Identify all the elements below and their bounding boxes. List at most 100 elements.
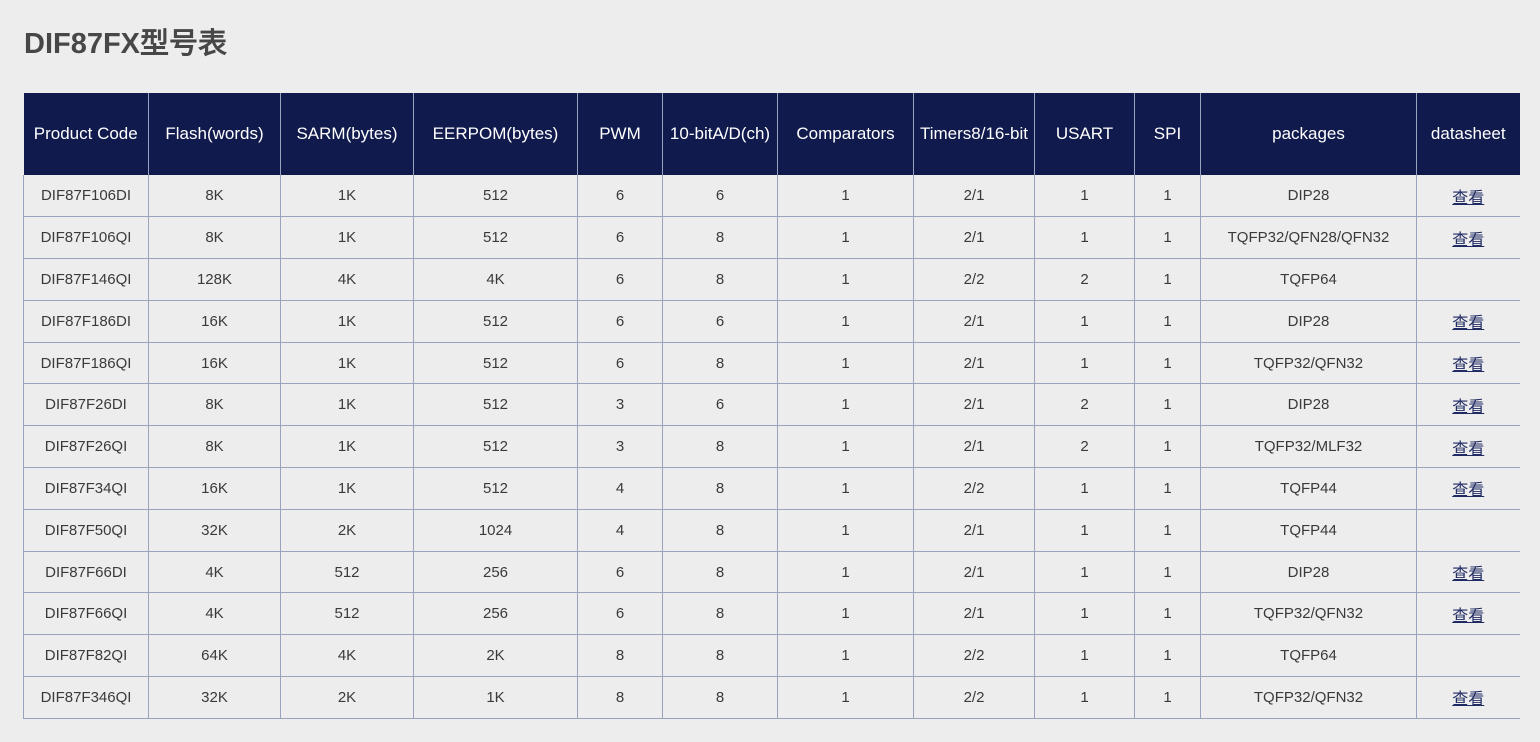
table-row: DIF87F186DI 16K 1K 512 6 6 1 2/1 1 1 DIP28 查看 bbox=[23, 300, 1520, 343]
cell-datasheet: 查看 bbox=[1416, 592, 1520, 636]
cell-code: DIF87F106QI bbox=[23, 216, 149, 260]
cell-spi: 1 bbox=[1134, 676, 1201, 719]
cell-timers: 2/1 bbox=[913, 551, 1035, 594]
cell-packages: TQFP44 bbox=[1200, 467, 1417, 510]
cell-adc: 6 bbox=[662, 383, 778, 427]
cell-comparators: 1 bbox=[777, 425, 914, 469]
cell-datasheet bbox=[1416, 509, 1520, 552]
table-row: DIF87F26DI 8K 1K 512 3 6 1 2/1 2 1 DIP28 查看 bbox=[23, 383, 1520, 427]
cell-comparators: 1 bbox=[777, 300, 914, 343]
datasheet-view-link[interactable]: 查看 bbox=[1452, 397, 1484, 416]
cell-spi: 1 bbox=[1134, 425, 1201, 469]
cell-packages: TQFP44 bbox=[1200, 509, 1417, 552]
cell-adc: 8 bbox=[662, 551, 778, 594]
cell-sarm: 4K bbox=[280, 634, 414, 678]
column-header-pwm[interactable]: PWM bbox=[577, 93, 663, 175]
column-header-datasheet[interactable]: datasheet bbox=[1416, 93, 1520, 175]
cell-packages: DIP28 bbox=[1200, 175, 1417, 218]
column-header-comparators[interactable]: Comparators bbox=[777, 93, 914, 175]
cell-flash: 8K bbox=[148, 175, 281, 218]
datasheet-view-link[interactable]: 查看 bbox=[1452, 355, 1484, 374]
cell-usart: 1 bbox=[1034, 216, 1135, 260]
cell-timers: 2/1 bbox=[913, 342, 1035, 385]
page-root: DIF87FX型号表 Product Code Flash(words) SARM(… bbox=[0, 0, 1540, 742]
datasheet-view-link[interactable]: 查看 bbox=[1452, 480, 1484, 499]
cell-packages: TQFP32/QFN32 bbox=[1200, 592, 1417, 636]
column-header-usart[interactable]: USART bbox=[1034, 93, 1135, 175]
datasheet-view-link[interactable]: 查看 bbox=[1452, 606, 1484, 625]
cell-sarm: 1K bbox=[280, 175, 414, 218]
column-header-flash[interactable]: Flash(words) bbox=[148, 93, 281, 175]
cell-flash: 16K bbox=[148, 342, 281, 385]
cell-packages: TQFP32/MLF32 bbox=[1200, 425, 1417, 469]
cell-sarm: 1K bbox=[280, 300, 414, 343]
cell-spi: 1 bbox=[1134, 551, 1201, 594]
cell-comparators: 1 bbox=[777, 551, 914, 594]
cell-eerpom: 512 bbox=[413, 216, 578, 260]
cell-comparators: 1 bbox=[777, 258, 914, 301]
cell-sarm: 512 bbox=[280, 592, 414, 636]
datasheet-view-link[interactable]: 查看 bbox=[1452, 689, 1484, 708]
cell-spi: 1 bbox=[1134, 592, 1201, 636]
cell-usart: 1 bbox=[1034, 592, 1135, 636]
table-row: DIF87F186QI 16K 1K 512 6 8 1 2/1 1 1 TQFP32/QFN32 查… bbox=[23, 342, 1520, 385]
table-header-row: Product Code Flash(words) SARM(bytes) EERPO… bbox=[23, 93, 1520, 175]
cell-code: DIF87F26DI bbox=[23, 383, 149, 427]
cell-timers: 2/2 bbox=[913, 634, 1035, 678]
datasheet-view-link[interactable]: 查看 bbox=[1452, 313, 1484, 332]
column-header-timers[interactable]: Timers8/16-bit bbox=[913, 93, 1035, 175]
cell-comparators: 1 bbox=[777, 592, 914, 636]
datasheet-view-link[interactable]: 查看 bbox=[1452, 564, 1484, 583]
table-row: DIF87F146QI 128K 4K 4K 6 8 1 2/2 2 1 TQFP64 bbox=[23, 258, 1520, 301]
cell-usart: 2 bbox=[1034, 258, 1135, 301]
cell-eerpom: 512 bbox=[413, 467, 578, 510]
cell-usart: 1 bbox=[1034, 300, 1135, 343]
column-header-eerpom[interactable]: EERPOM(bytes) bbox=[413, 93, 578, 175]
cell-timers: 2/2 bbox=[913, 676, 1035, 719]
cell-sarm: 1K bbox=[280, 467, 414, 510]
cell-spi: 1 bbox=[1134, 509, 1201, 552]
cell-usart: 1 bbox=[1034, 342, 1135, 385]
datasheet-view-link[interactable]: 查看 bbox=[1452, 230, 1484, 249]
table-header: Product Code Flash(words) SARM(bytes) EERPO… bbox=[23, 93, 1520, 175]
cell-code: DIF87F66QI bbox=[23, 592, 149, 636]
cell-comparators: 1 bbox=[777, 383, 914, 427]
cell-packages: TQFP32/QFN28/QFN32 bbox=[1200, 216, 1417, 260]
cell-usart: 1 bbox=[1034, 467, 1135, 510]
datasheet-view-link[interactable]: 查看 bbox=[1452, 188, 1484, 207]
cell-comparators: 1 bbox=[777, 342, 914, 385]
datasheet-view-link[interactable]: 查看 bbox=[1452, 439, 1484, 458]
cell-packages: DIP28 bbox=[1200, 300, 1417, 343]
cell-adc: 8 bbox=[662, 592, 778, 636]
table-row: DIF87F66QI 4K 512 256 6 8 1 2/1 1 1 TQFP32/QFN32 查看 bbox=[23, 592, 1520, 636]
cell-code: DIF87F346QI bbox=[23, 676, 149, 719]
column-header-code[interactable]: Product Code bbox=[23, 93, 149, 175]
cell-eerpom: 4K bbox=[413, 258, 578, 301]
cell-timers: 2/1 bbox=[913, 592, 1035, 636]
cell-code: DIF87F146QI bbox=[23, 258, 149, 301]
cell-pwm: 3 bbox=[577, 425, 663, 469]
cell-pwm: 6 bbox=[577, 342, 663, 385]
cell-flash: 16K bbox=[148, 467, 281, 510]
table-row: DIF87F50QI 32K 2K 1024 4 8 1 2/1 1 1 TQFP44 bbox=[23, 509, 1520, 552]
cell-code: DIF87F34QI bbox=[23, 467, 149, 510]
cell-sarm: 2K bbox=[280, 509, 414, 552]
table-row: DIF87F346QI 32K 2K 1K 8 8 1 2/2 1 1 TQFP32/QFN32 查看 bbox=[23, 676, 1520, 719]
cell-eerpom: 1024 bbox=[413, 509, 578, 552]
spec-table-container: Product Code Flash(words) SARM(bytes) EERPO… bbox=[23, 93, 1520, 719]
cell-comparators: 1 bbox=[777, 175, 914, 218]
cell-code: DIF87F50QI bbox=[23, 509, 149, 552]
cell-spi: 1 bbox=[1134, 175, 1201, 218]
cell-eerpom: 256 bbox=[413, 592, 578, 636]
table-row: DIF87F106DI 8K 1K 512 6 6 1 2/1 1 1 DIP28 查看 bbox=[23, 175, 1520, 218]
cell-adc: 8 bbox=[662, 342, 778, 385]
cell-pwm: 8 bbox=[577, 634, 663, 678]
column-header-sarm[interactable]: SARM(bytes) bbox=[280, 93, 414, 175]
cell-code: DIF87F186DI bbox=[23, 300, 149, 343]
cell-flash: 4K bbox=[148, 551, 281, 594]
cell-usart: 2 bbox=[1034, 425, 1135, 469]
cell-spi: 1 bbox=[1134, 258, 1201, 301]
column-header-packages[interactable]: packages bbox=[1200, 93, 1417, 175]
column-header-spi[interactable]: SPI bbox=[1134, 93, 1201, 175]
column-header-adc[interactable]: 10-bitA/D(ch) bbox=[662, 93, 778, 175]
